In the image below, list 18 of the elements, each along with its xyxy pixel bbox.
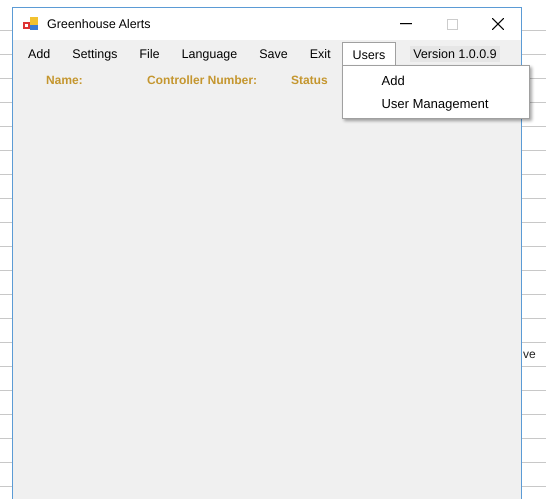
menu-item[interactable]: Users	[342, 42, 396, 66]
menu-item[interactable]: Language	[170, 42, 248, 66]
menu-item[interactable]: Settings	[61, 42, 128, 66]
dropdown-item[interactable]: User Management	[342, 92, 529, 115]
column-label: Status	[291, 73, 328, 87]
column-label: Name:	[46, 73, 83, 87]
column-label: Controller Number:	[147, 73, 258, 87]
menu-item[interactable]: Exit	[298, 42, 342, 66]
dropdown-item[interactable]: Add	[342, 69, 529, 92]
version-label: Version 1.0.0.9	[410, 46, 500, 62]
menu-item[interactable]: File	[128, 42, 171, 66]
minimize-icon	[400, 23, 412, 25]
close-icon	[492, 18, 504, 30]
menu-item[interactable]: Save	[248, 42, 299, 66]
window-title: Greenhouse Alerts	[47, 17, 152, 31]
menu-item[interactable]: Add	[17, 42, 62, 66]
app-icon	[23, 17, 39, 31]
maximize-icon	[446, 18, 458, 30]
